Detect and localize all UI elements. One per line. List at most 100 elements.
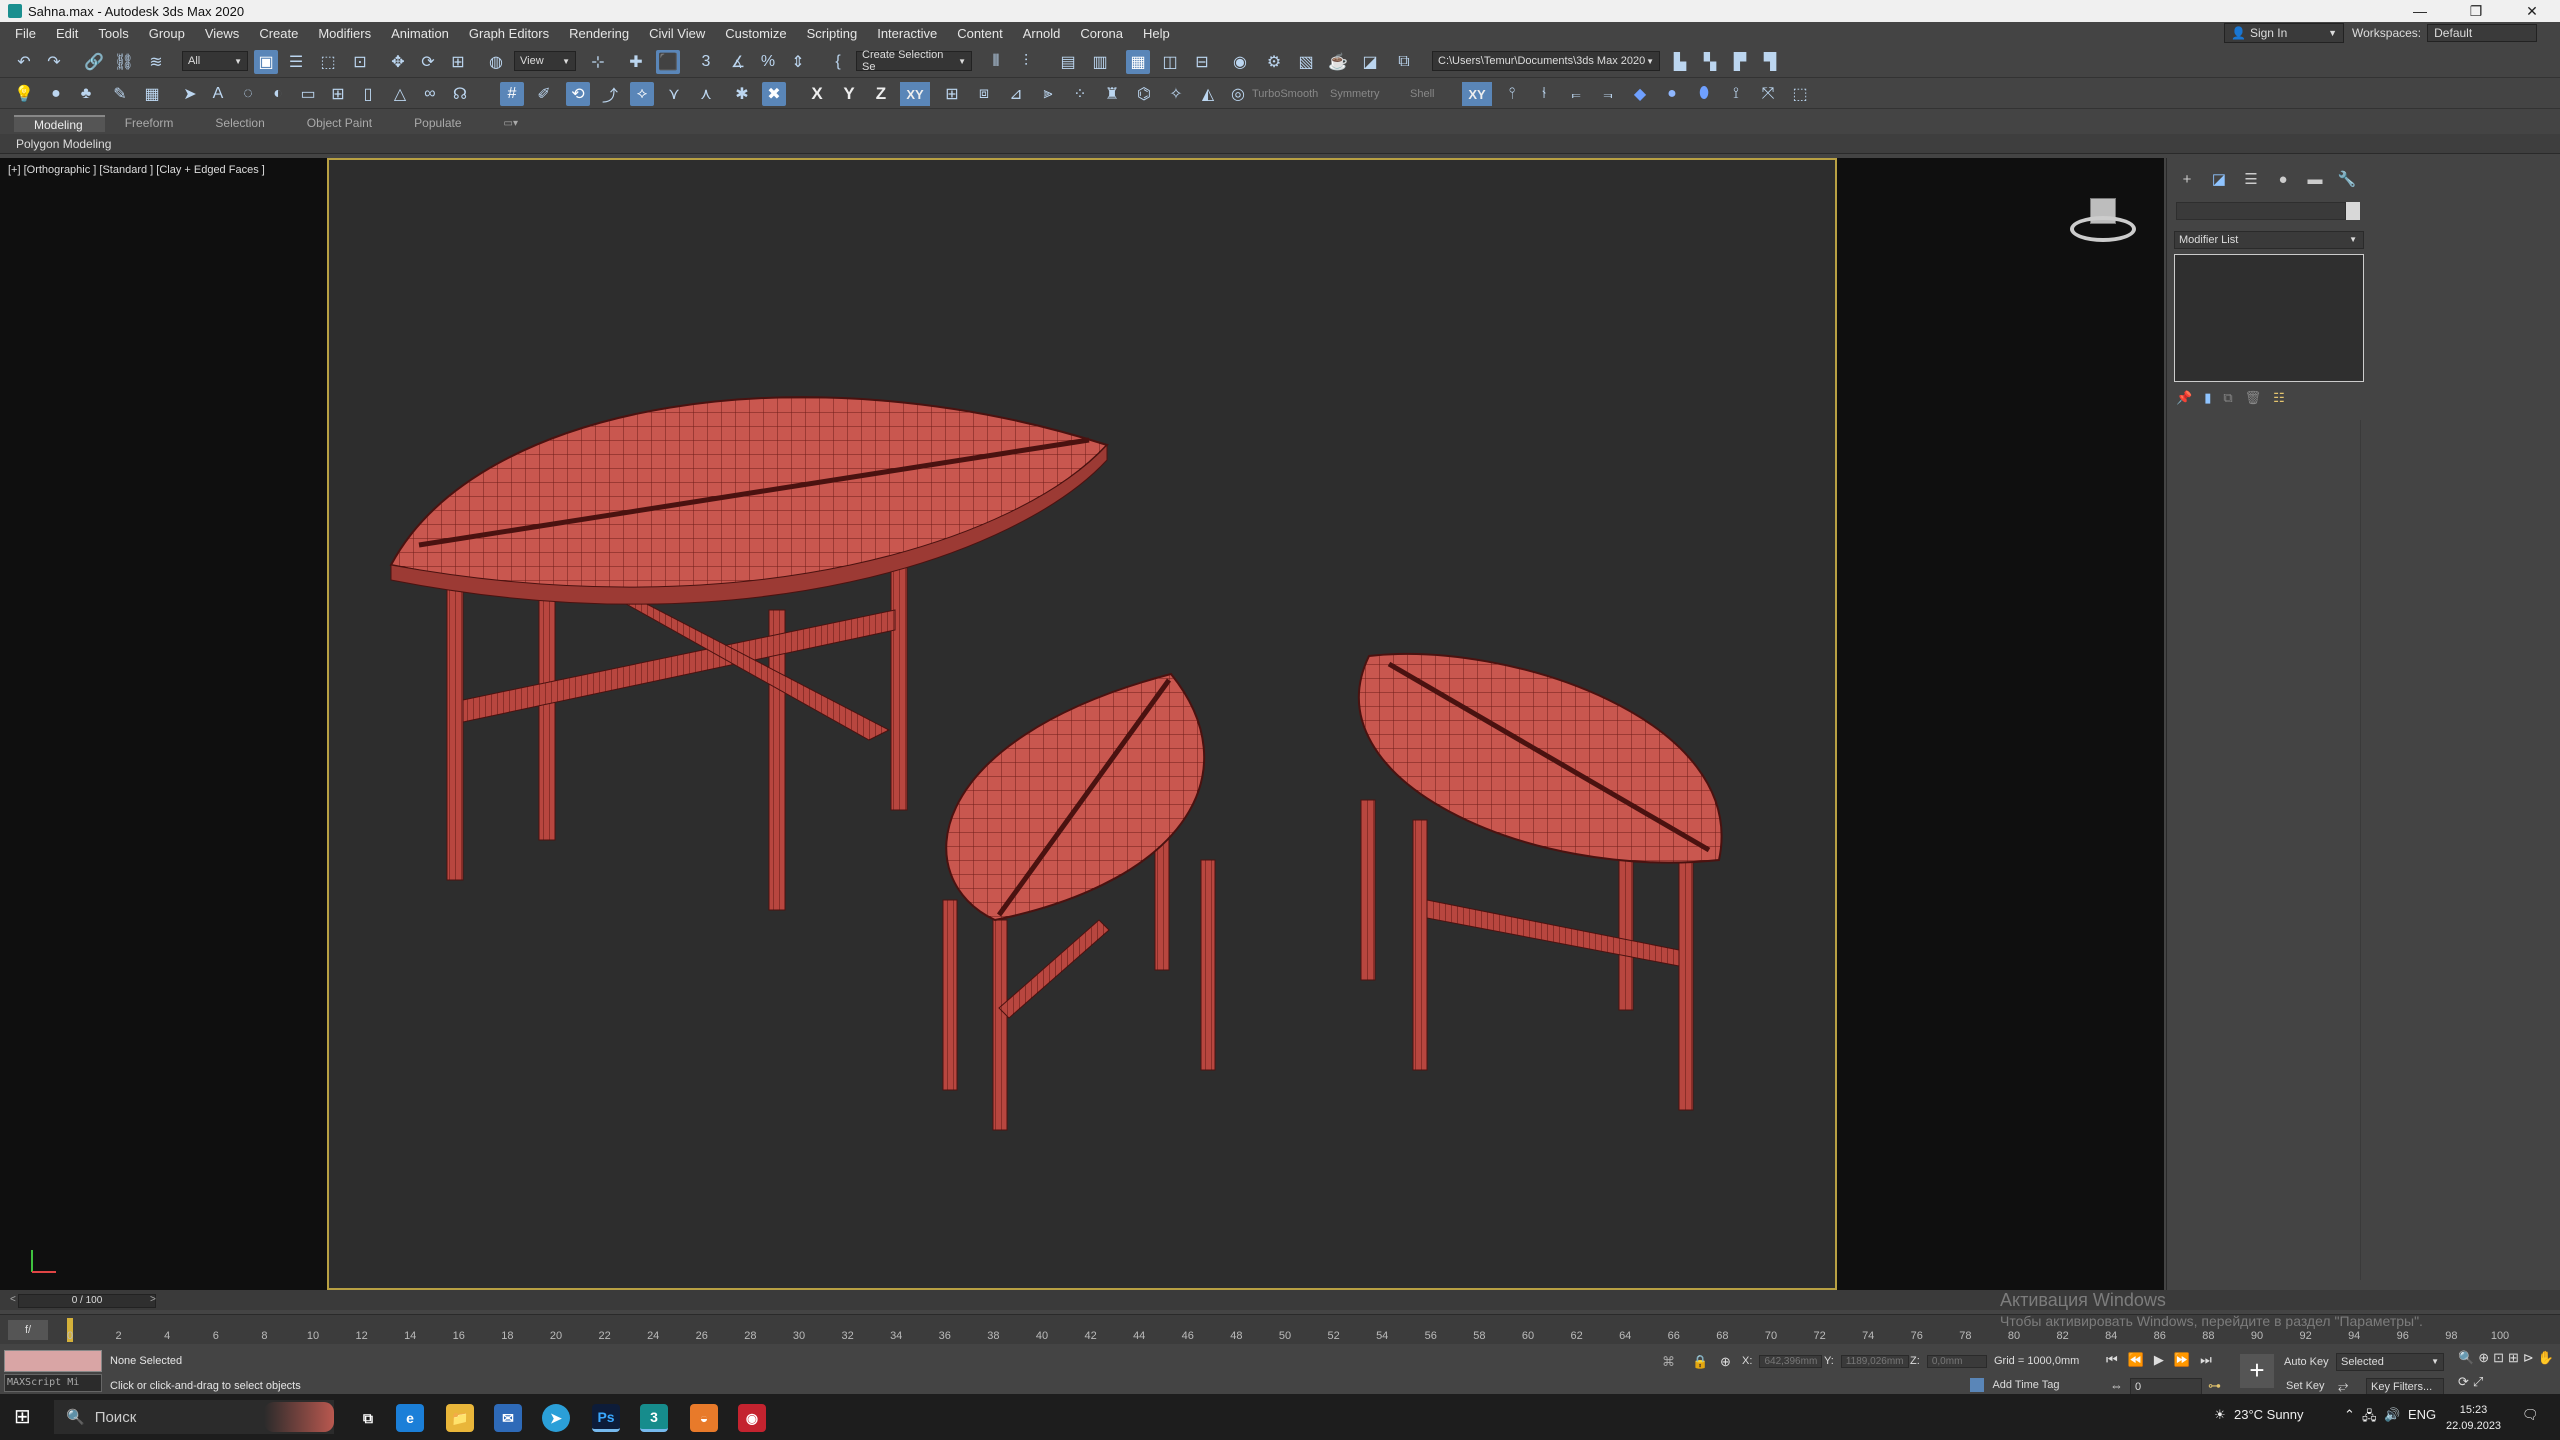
- sign-in-button[interactable]: 👤 Sign In ▼: [2224, 23, 2344, 43]
- frame-icon[interactable]: ⬚: [1788, 82, 1812, 106]
- modifier-stack[interactable]: [2174, 254, 2364, 382]
- move-icon[interactable]: ✥: [386, 50, 410, 74]
- isolate-icon[interactable]: ⌘: [1662, 1354, 1675, 1370]
- selection-filter-dropdown[interactable]: All ▼: [182, 51, 248, 71]
- weather-text[interactable]: 23°C Sunny: [2234, 1407, 2304, 1422]
- bulb-icon[interactable]: ☊: [448, 82, 472, 106]
- mini-curve-editor-icon[interactable]: f/: [8, 1320, 48, 1340]
- layer-explorer-icon[interactable]: ▥: [1088, 50, 1112, 74]
- axis-xy-button[interactable]: XY: [900, 82, 930, 106]
- named-selection-dropdown[interactable]: Create Selection Se ▼: [856, 49, 972, 73]
- grid-snap-icon[interactable]: #: [500, 82, 524, 106]
- viewcube[interactable]: [2064, 196, 2144, 256]
- key-selection-dropdown[interactable]: Selected ▼: [2336, 1353, 2444, 1371]
- link-icon[interactable]: 🔗: [82, 50, 106, 74]
- menu-scripting[interactable]: Scripting: [800, 26, 871, 41]
- snaps-toggle-icon[interactable]: 3: [694, 50, 718, 74]
- paint-icon[interactable]: ✐: [532, 82, 556, 106]
- grid-icon[interactable]: ⊞: [940, 82, 964, 106]
- turbosmooth-icon[interactable]: ◎: [1226, 82, 1250, 106]
- pin-stack-icon[interactable]: 📌: [2176, 390, 2192, 406]
- show-end-result-icon[interactable]: ▮: [2204, 390, 2211, 406]
- volume-icon[interactable]: 🔊: [2384, 1407, 2400, 1423]
- cylinder-icon[interactable]: ▯: [356, 82, 380, 106]
- wand-icon[interactable]: ⋎: [662, 82, 686, 106]
- taskbar-clock[interactable]: 15:23 22.09.2023: [2446, 1402, 2501, 1434]
- restore-button[interactable]: ❐: [2448, 0, 2504, 22]
- axis-constraint-icon[interactable]: ✖: [762, 82, 786, 106]
- ribbon-tab-modeling[interactable]: Modeling: [14, 114, 105, 132]
- loop-icon[interactable]: ∞: [418, 82, 442, 106]
- ref-coord-dropdown[interactable]: View ▼: [514, 51, 576, 71]
- redo-icon[interactable]: ↷: [42, 50, 66, 74]
- cone-icon[interactable]: △: [388, 82, 412, 106]
- telegram-icon[interactable]: ➤: [542, 1404, 570, 1432]
- curve-tool-icon[interactable]: ⤴: [598, 82, 622, 106]
- time-next-icon[interactable]: >: [150, 1294, 156, 1305]
- bind-spacewarp-icon[interactable]: ≋: [144, 50, 168, 74]
- go-to-start-icon[interactable]: ⏮: [2106, 1352, 2118, 1368]
- coord-y-field[interactable]: 1189,026mm: [1840, 1355, 1909, 1368]
- network-icon[interactable]: 🖧: [2362, 1407, 2377, 1429]
- save-project-icon[interactable]: ▚: [1698, 50, 1722, 74]
- motion-tab-icon[interactable]: ●: [2272, 168, 2294, 190]
- connect-icon[interactable]: ⤧: [1756, 82, 1780, 106]
- polygon-modeling-label[interactable]: Polygon Modeling: [16, 137, 111, 151]
- angle-snap-icon[interactable]: ∡: [726, 50, 750, 74]
- object-color-swatch[interactable]: [2346, 202, 2360, 220]
- transform-type-in-icon[interactable]: ⊕: [1720, 1354, 1731, 1370]
- browser-icon[interactable]: ◒: [690, 1404, 718, 1432]
- workspaces-value[interactable]: Default: [2427, 24, 2538, 42]
- hierarchy-tab-icon[interactable]: ☰: [2240, 168, 2262, 190]
- tree-icon[interactable]: ♣: [74, 82, 98, 106]
- scene-explorer-icon[interactable]: ▤: [1056, 50, 1080, 74]
- configure-modifier-sets-icon[interactable]: ☷: [2273, 390, 2285, 406]
- axis-y-button[interactable]: Y: [836, 82, 862, 106]
- set-key-button[interactable]: Set Key: [2286, 1380, 2325, 1392]
- text-icon[interactable]: A: [206, 82, 230, 106]
- ribbon-options-icon[interactable]: ▭▾: [484, 118, 540, 129]
- scale-icon[interactable]: ⊞: [446, 50, 470, 74]
- task-view-icon[interactable]: ⧉: [354, 1404, 382, 1432]
- render-setup-icon[interactable]: ⚙: [1262, 50, 1286, 74]
- taskbar-search[interactable]: 🔍 Поиск: [54, 1400, 334, 1434]
- edit-named-selection-icon[interactable]: {: [826, 50, 850, 74]
- chamfer-icon[interactable]: ⫬: [1596, 82, 1620, 106]
- wand-plus-icon[interactable]: ⋏: [694, 82, 718, 106]
- paint-deform-icon[interactable]: ⌬: [1132, 82, 1156, 106]
- maxscript-mini-listener[interactable]: MAXScript Mi: [4, 1374, 102, 1392]
- render-production-icon[interactable]: ☕: [1326, 50, 1350, 74]
- sphere-icon[interactable]: ●: [44, 82, 68, 106]
- curve-editor-icon[interactable]: ◫: [1158, 50, 1182, 74]
- menu-arnold[interactable]: Arnold: [1016, 26, 1074, 41]
- menu-group[interactable]: Group: [142, 26, 198, 41]
- select-manipulate-icon[interactable]: ✚: [624, 50, 648, 74]
- cylinder-blue-icon[interactable]: ⬮: [1692, 82, 1716, 106]
- previous-frame-icon[interactable]: ⏪: [2128, 1352, 2144, 1368]
- coord-z-field[interactable]: 0,0mm: [1926, 1355, 1987, 1368]
- next-frame-icon[interactable]: ⏩: [2174, 1352, 2190, 1368]
- time-prev-icon[interactable]: <: [10, 1294, 16, 1305]
- ribbon-tab-object-paint[interactable]: Object Paint: [287, 116, 394, 130]
- cube-blue-icon[interactable]: ◆: [1628, 82, 1652, 106]
- go-to-end-icon[interactable]: ⏭: [2200, 1352, 2212, 1368]
- menu-corona[interactable]: Corona: [1073, 26, 1136, 41]
- turbosmooth-label[interactable]: TurboSmooth: [1252, 88, 1318, 100]
- axis-x-button[interactable]: X: [804, 82, 830, 106]
- particle-icon[interactable]: ✧: [1164, 82, 1188, 106]
- modifier-list-dropdown[interactable]: Modifier List ▼: [2174, 231, 2364, 249]
- cut-icon[interactable]: ⟟: [1724, 82, 1748, 106]
- menu-edit[interactable]: Edit: [49, 26, 91, 41]
- menu-file[interactable]: File: [8, 26, 49, 41]
- mirror-icon[interactable]: ⫴: [984, 50, 1008, 74]
- shadow-icon[interactable]: ◭: [1196, 82, 1220, 106]
- select-object-icon[interactable]: ▣: [254, 50, 278, 74]
- axis-z-button[interactable]: Z: [868, 82, 894, 106]
- ribbon-tab-freeform[interactable]: Freeform: [105, 116, 196, 130]
- menu-help[interactable]: Help: [1136, 26, 1183, 41]
- keyboard-shortcut-override-icon[interactable]: ⬛: [656, 50, 680, 74]
- brush-icon[interactable]: ⟡: [630, 82, 654, 106]
- renamer-icon[interactable]: ✎: [108, 82, 132, 106]
- recorder-icon[interactable]: ◉: [738, 1404, 766, 1432]
- tray-chevron-icon[interactable]: ⌃: [2344, 1407, 2355, 1423]
